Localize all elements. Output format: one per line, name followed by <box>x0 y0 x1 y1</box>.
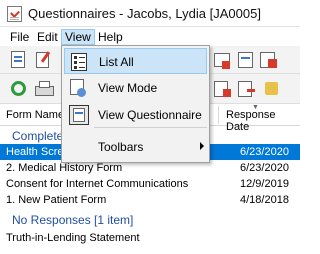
view-menu-dropdown: List All View Mode View Questionnaire To… <box>61 45 210 163</box>
menu-file[interactable]: File <box>7 29 32 45</box>
response-date: 6/23/2020 <box>240 162 289 174</box>
menu-item-toolbars[interactable]: Toolbars <box>64 134 207 160</box>
menu-item-label: View Mode <box>98 81 158 95</box>
questionnaire-app-icon <box>7 6 22 22</box>
document-icon[interactable] <box>8 49 30 71</box>
response-date: 6/23/2020 <box>240 146 289 158</box>
menu-view[interactable]: View <box>61 29 95 45</box>
menu-item-view-questionnaire[interactable]: View Questionnaire <box>64 102 207 128</box>
print-form-icon[interactable] <box>212 49 234 71</box>
list-item[interactable]: 1. New Patient Form 4/18/2018 <box>0 192 300 208</box>
menu-item-label: List All <box>99 55 134 69</box>
menu-item-label: View Questionnaire <box>98 108 202 122</box>
remove-form-icon[interactable] <box>236 78 258 100</box>
response-date: 12/9/2019 <box>240 178 289 190</box>
title-bar: Questionnaires - Jacobs, Lydia [JA0005] <box>0 0 300 27</box>
edit-document-icon[interactable] <box>34 49 56 71</box>
delete-form-icon[interactable] <box>258 49 280 71</box>
menu-item-view-mode[interactable]: View Mode <box>64 75 207 101</box>
list-item[interactable]: Truth-in-Lending Statement <box>0 230 300 246</box>
menu-separator <box>94 127 207 128</box>
column-divider[interactable] <box>218 106 219 124</box>
group-header-no-responses[interactable]: No Responses [1 item] <box>0 210 300 230</box>
form-name: Consent for Internet Communications <box>6 178 189 190</box>
form-list-icon[interactable] <box>236 49 258 71</box>
questionnaire-icon <box>68 105 89 125</box>
window-title: Questionnaires - Jacobs, Lydia [JA0005] <box>28 6 261 21</box>
printer-icon[interactable] <box>34 78 56 100</box>
menu-item-label: Toolbars <box>98 140 144 154</box>
list-item[interactable]: Consent for Internet Communications 12/9… <box>0 176 300 192</box>
refresh-icon[interactable] <box>8 78 30 100</box>
column-form-name[interactable]: Form Name <box>6 109 64 121</box>
menu-bar: File Edit View Help <box>0 27 300 46</box>
list-icon <box>69 52 89 72</box>
tag-icon[interactable] <box>262 78 284 100</box>
menu-help[interactable]: Help <box>95 29 126 45</box>
response-date: 4/18/2018 <box>240 194 289 206</box>
menu-item-list-all[interactable]: List All <box>64 48 207 74</box>
menu-edit[interactable]: Edit <box>34 29 61 45</box>
submenu-arrow-icon <box>200 142 204 150</box>
form-name: Truth-in-Lending Statement <box>6 232 140 244</box>
form-name: 1. New Patient Form <box>6 194 107 206</box>
export-form-icon[interactable] <box>212 78 234 100</box>
view-mode-icon <box>68 78 88 98</box>
